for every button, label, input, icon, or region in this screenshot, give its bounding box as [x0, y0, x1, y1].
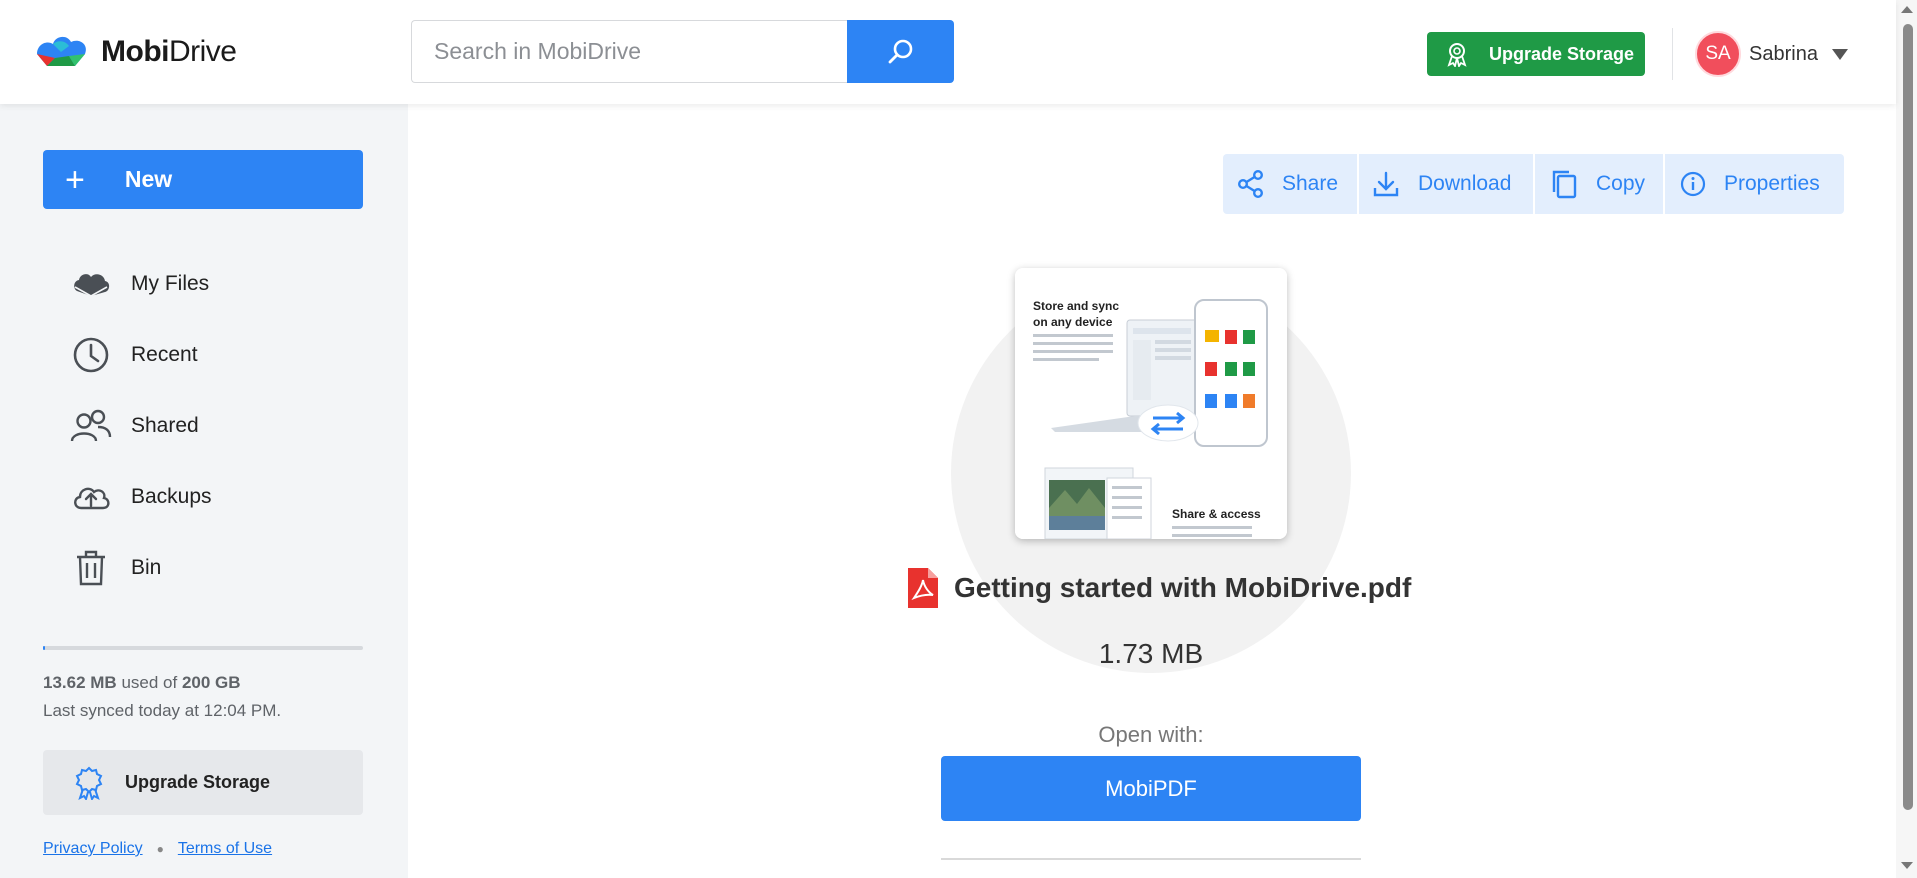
- storage-progress-bar: [43, 646, 363, 650]
- properties-button[interactable]: Properties: [1665, 154, 1844, 214]
- cloud-upload-icon: [70, 476, 112, 518]
- file-size: 1.73 MB: [1098, 638, 1204, 669]
- share-button[interactable]: Share: [1223, 154, 1357, 214]
- sidebar-item-label: Backups: [131, 484, 212, 508]
- copy-label: Copy: [1596, 172, 1646, 195]
- svg-text:Share & access: Share & access: [1172, 507, 1261, 521]
- sidebar-item-shared[interactable]: Shared: [0, 390, 408, 461]
- chevron-down-icon: [1831, 48, 1848, 60]
- terms-of-use-link[interactable]: Terms of Use: [178, 840, 272, 858]
- privacy-policy-link[interactable]: Privacy Policy: [43, 840, 143, 858]
- sync-status: Last synced today at 12:04 PM.: [43, 701, 282, 720]
- app-name: MobiDrive: [101, 35, 237, 68]
- storage-usage: 13.62 MB used of 200 GB: [43, 673, 241, 692]
- thumb-heading: Store and sync: [1033, 299, 1119, 313]
- divider: [941, 858, 1361, 860]
- sidebar: + New My Files Recent Shared Backups Bin…: [0, 104, 408, 878]
- download-button[interactable]: Download: [1359, 154, 1533, 214]
- scroll-down-icon[interactable]: [1901, 862, 1913, 869]
- storage-info: 13.62 MB used of 200 GB Last synced toda…: [43, 669, 281, 725]
- info-icon: [1680, 171, 1706, 197]
- users-icon: [70, 405, 112, 447]
- svg-text:on any device: on any device: [1033, 315, 1113, 329]
- scroll-up-icon[interactable]: [1901, 6, 1913, 13]
- sidebar-item-label: Bin: [131, 555, 162, 579]
- header-divider: [1672, 28, 1673, 80]
- file-toolbar: Share Download Copy Properties: [1223, 154, 1844, 214]
- sidebar-upgrade-storage-label: Upgrade Storage: [125, 772, 271, 792]
- sidebar-item-label: My Files: [131, 271, 210, 295]
- separator-dot: ●: [156, 842, 164, 856]
- clock-icon: [70, 334, 112, 376]
- properties-label: Properties: [1724, 172, 1820, 195]
- search-input[interactable]: [411, 20, 847, 83]
- file-thumbnail[interactable]: Store and sync on any device Share & acc…: [1015, 268, 1287, 539]
- new-button-label: New: [124, 166, 173, 192]
- scrollbar-thumb[interactable]: [1903, 24, 1913, 810]
- footer-links: Privacy Policy ● Terms of Use: [43, 840, 272, 858]
- top-header: MobiDrive Upgrade Storage SA Sabrina: [0, 0, 1896, 104]
- new-button[interactable]: + New: [43, 150, 363, 209]
- storage-progress-fill: [43, 646, 46, 650]
- pdf-file-icon: [906, 566, 940, 610]
- sidebar-item-bin[interactable]: Bin: [0, 532, 408, 603]
- award-icon: [1445, 41, 1469, 67]
- open-with-mobipdf-button[interactable]: MobiPDF: [941, 756, 1361, 821]
- share-icon: [1238, 170, 1264, 198]
- open-with-label: Open with:: [1098, 722, 1204, 747]
- file-name: Getting started with MobiDrive.pdf: [954, 572, 1412, 603]
- search-bar: [411, 20, 954, 83]
- copy-icon: [1550, 169, 1578, 199]
- upgrade-storage-button[interactable]: Upgrade Storage: [1427, 32, 1645, 76]
- sidebar-item-my-files[interactable]: My Files: [0, 248, 408, 319]
- search-button[interactable]: [847, 20, 954, 83]
- avatar: SA: [1695, 31, 1741, 77]
- upgrade-storage-label: Upgrade Storage: [1489, 43, 1635, 64]
- logo-icon: [33, 32, 91, 72]
- search-icon: [887, 38, 915, 66]
- file-title: Getting started with MobiDrive.pdf: [906, 566, 1411, 610]
- sidebar-item-backups[interactable]: Backups: [0, 461, 408, 532]
- copy-button[interactable]: Copy: [1535, 154, 1663, 214]
- sidebar-upgrade-storage-button[interactable]: Upgrade Storage: [43, 750, 363, 815]
- trash-icon: [70, 547, 112, 589]
- sidebar-item-recent[interactable]: Recent: [0, 319, 408, 390]
- download-icon: [1372, 170, 1400, 198]
- sidebar-nav: My Files Recent Shared Backups Bin: [0, 248, 408, 603]
- download-label: Download: [1418, 172, 1512, 195]
- award-icon: [74, 766, 104, 800]
- app-logo[interactable]: MobiDrive: [33, 32, 237, 72]
- user-name: Sabrina: [1749, 42, 1818, 65]
- sidebar-item-label: Shared: [131, 413, 199, 437]
- sidebar-item-label: Recent: [131, 342, 198, 366]
- user-menu[interactable]: SA Sabrina: [1695, 31, 1848, 77]
- share-label: Share: [1282, 172, 1339, 195]
- plus-icon: +: [65, 160, 85, 199]
- cloud-icon: [70, 263, 112, 305]
